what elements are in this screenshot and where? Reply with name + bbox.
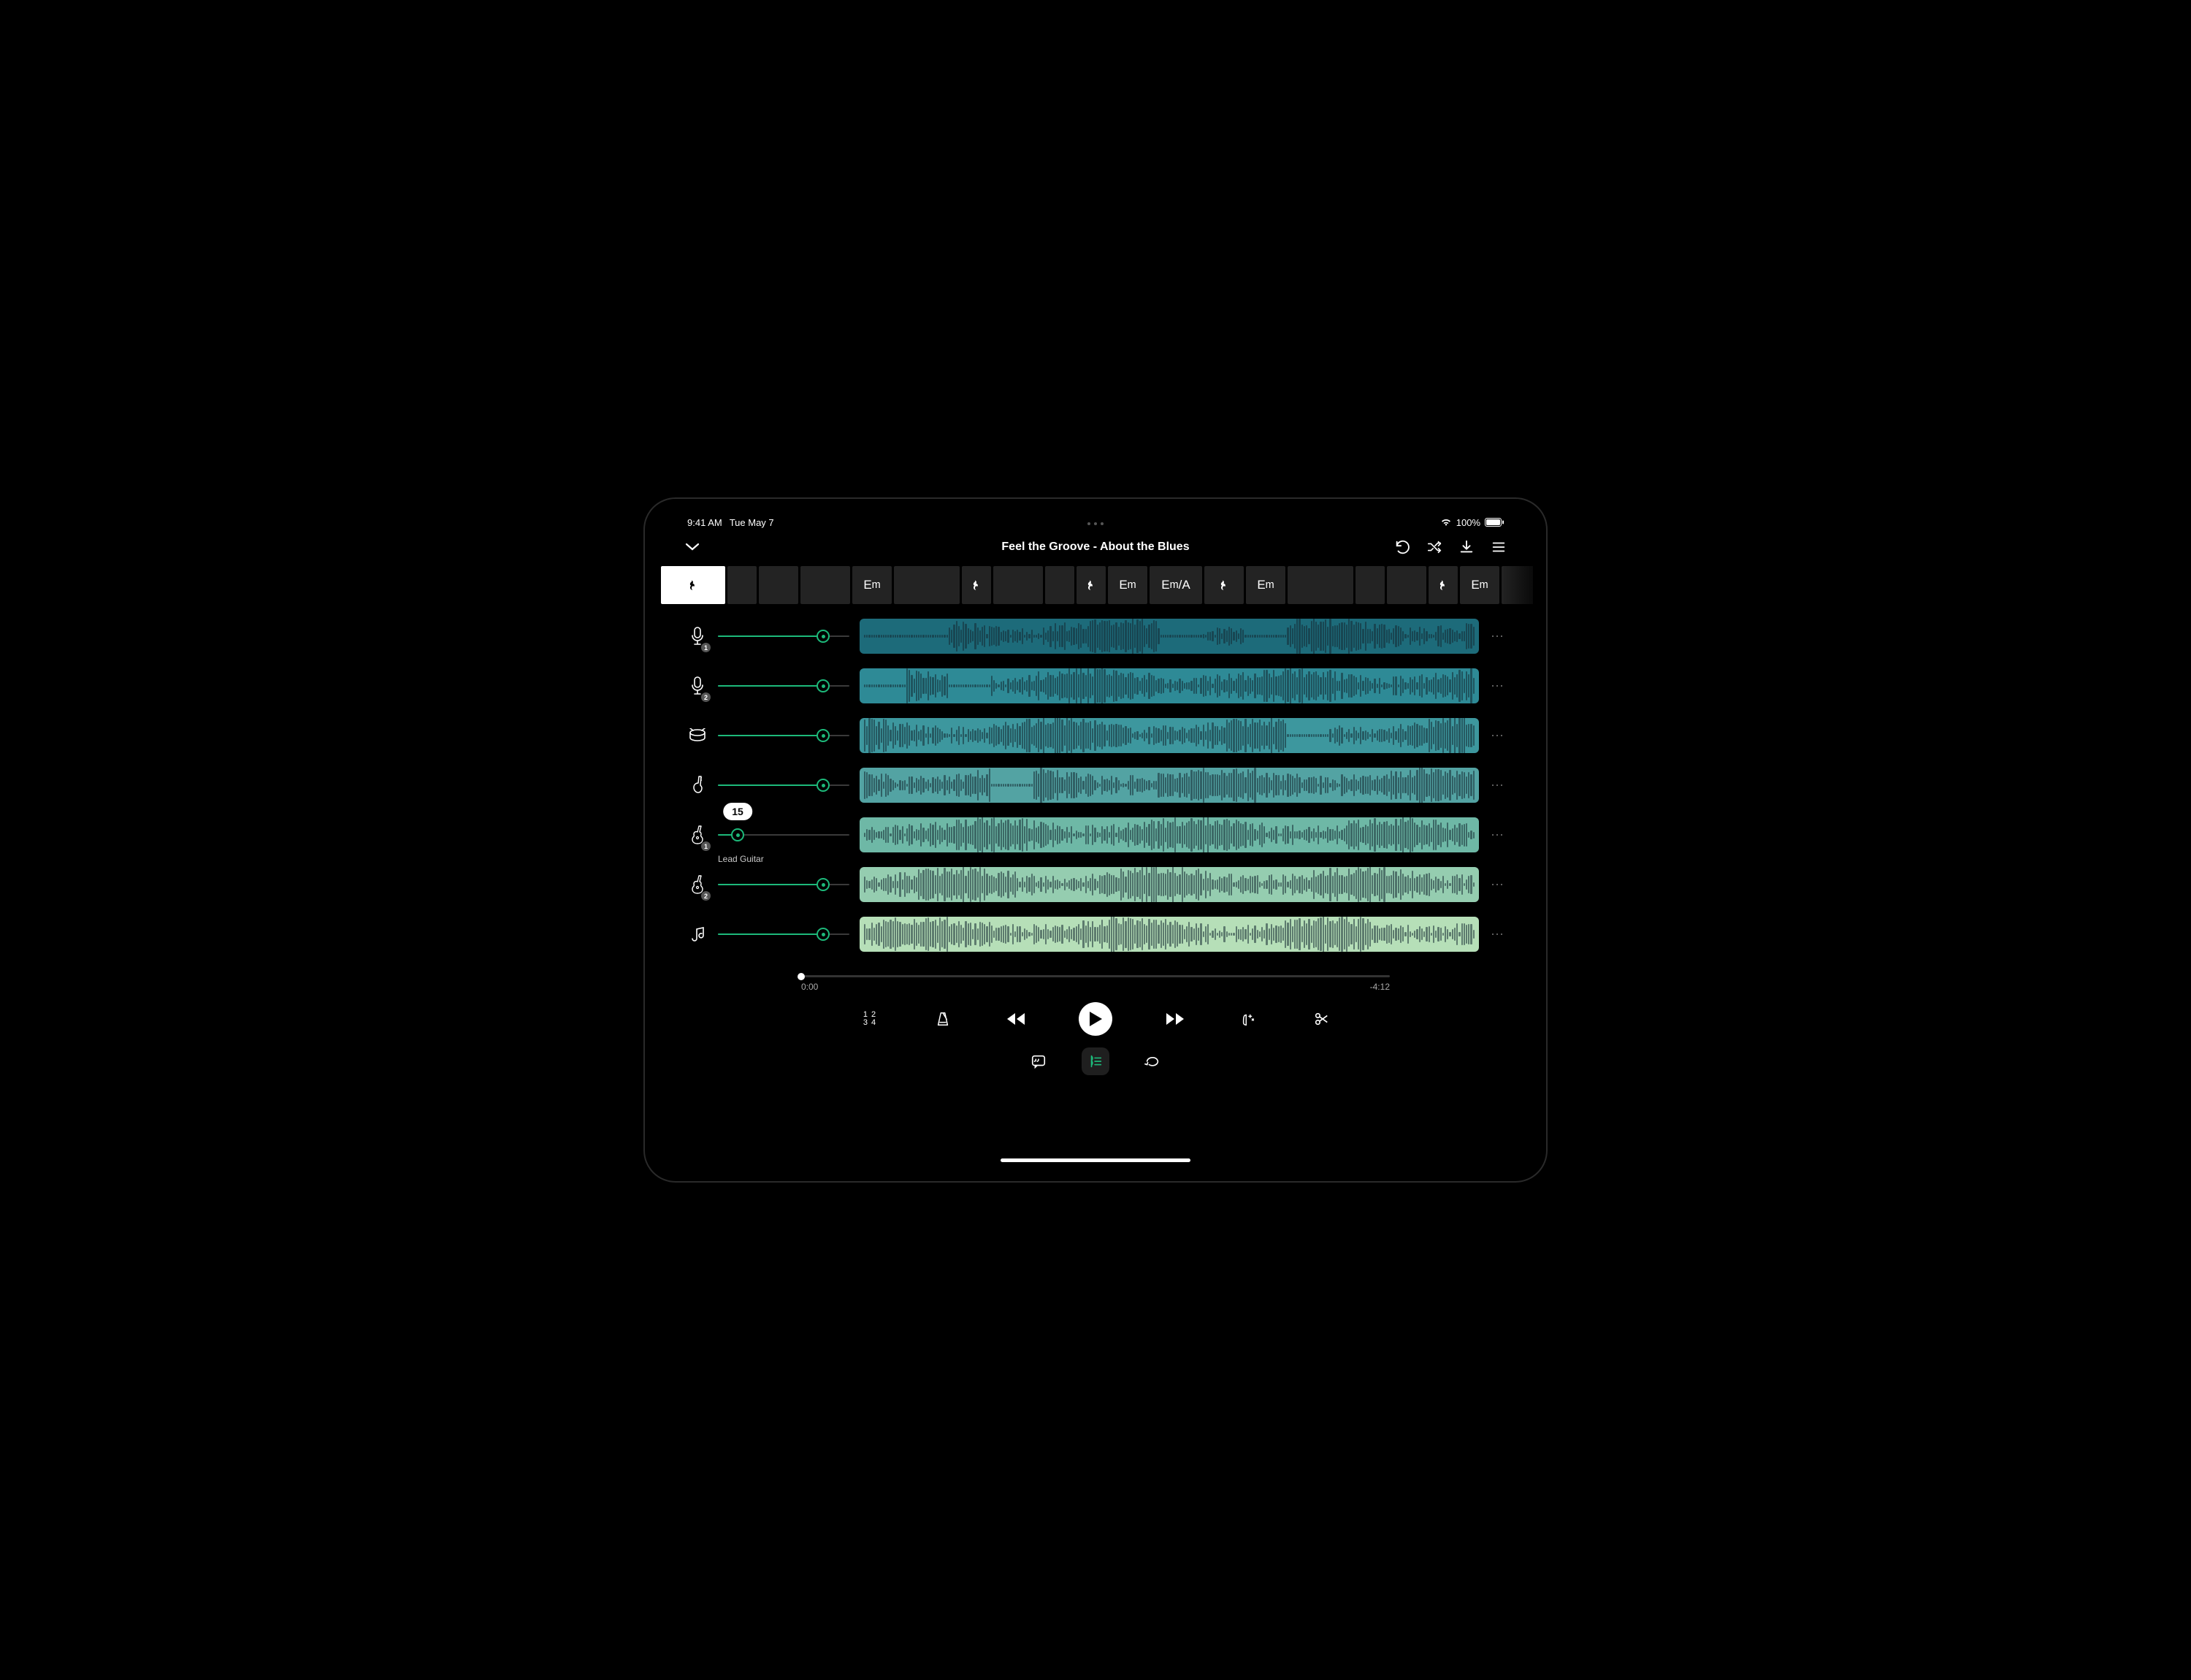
- rest-cell[interactable]: [1429, 566, 1458, 604]
- track-row: 115Lead Guitar⋯: [687, 810, 1507, 860]
- tracks-panel: 1⋯2⋯⋯⋯115Lead Guitar⋯2⋯⋯: [658, 611, 1533, 963]
- chord-spacer[interactable]: [727, 566, 757, 604]
- chord-cell[interactable]: Em: [1246, 566, 1285, 604]
- track-row: 1⋯: [687, 611, 1507, 661]
- track-badge: 1: [701, 643, 711, 652]
- volume-slider[interactable]: [718, 679, 849, 693]
- transpose-button[interactable]: [1238, 1009, 1258, 1029]
- rest-cell[interactable]: [661, 566, 725, 604]
- multitask-dots[interactable]: [1087, 522, 1104, 525]
- waveform-clip[interactable]: [860, 668, 1479, 703]
- waveform-clip[interactable]: [860, 768, 1479, 803]
- collapse-button[interactable]: [684, 539, 700, 555]
- chord-spacer[interactable]: [894, 566, 960, 604]
- track-more-button[interactable]: ⋯: [1489, 778, 1507, 793]
- track-more-button[interactable]: ⋯: [1489, 728, 1507, 744]
- chord-strip[interactable]: EmEmEm/AEmEm: [658, 566, 1533, 604]
- track-more-button[interactable]: ⋯: [1489, 877, 1507, 893]
- drums-icon[interactable]: [687, 721, 708, 750]
- bass-icon[interactable]: [687, 771, 708, 800]
- chord-cell[interactable]: Em: [1108, 566, 1147, 604]
- app-header: Feel the Groove - About the Blues: [658, 532, 1533, 562]
- volume-slider[interactable]: [718, 778, 849, 793]
- home-indicator[interactable]: [1001, 1158, 1190, 1162]
- keys-icon[interactable]: [687, 920, 708, 949]
- chord-spacer[interactable]: [1355, 566, 1385, 604]
- trim-button[interactable]: [1311, 1009, 1331, 1029]
- menu-button[interactable]: [1491, 539, 1507, 555]
- chord-spacer[interactable]: [1502, 566, 1533, 604]
- chord-spacer[interactable]: [993, 566, 1043, 604]
- track-badge: 1: [701, 841, 711, 851]
- status-date: Tue May 7: [730, 517, 774, 528]
- volume-slider[interactable]: [718, 877, 849, 892]
- mic-icon[interactable]: 1: [687, 622, 708, 651]
- track-more-button[interactable]: ⋯: [1489, 629, 1507, 644]
- volume-slider[interactable]: 15: [718, 828, 849, 842]
- waveform-clip[interactable]: [860, 917, 1479, 952]
- download-button[interactable]: [1458, 539, 1475, 555]
- status-bar: 9:41 AM Tue May 7 100%: [658, 512, 1533, 532]
- guitar-icon[interactable]: 2: [687, 870, 708, 899]
- chord-cell[interactable]: Em: [852, 566, 892, 604]
- device-frame: 9:41 AM Tue May 7 100% Feel the Groove -…: [643, 497, 1548, 1183]
- rest-cell[interactable]: [962, 566, 991, 604]
- chord-spacer[interactable]: [1045, 566, 1074, 604]
- countin-button[interactable]: 1 23 4: [860, 1009, 880, 1029]
- status-time: 9:41 AM: [687, 517, 722, 528]
- track-row: ⋯: [687, 711, 1507, 760]
- rest-cell[interactable]: [1204, 566, 1244, 604]
- undo-button[interactable]: [1394, 539, 1410, 555]
- track-badge: 2: [701, 891, 711, 901]
- time-remaining: -4:12: [1370, 982, 1390, 992]
- track-more-button[interactable]: ⋯: [1489, 828, 1507, 843]
- chord-spacer[interactable]: [759, 566, 798, 604]
- screen: 9:41 AM Tue May 7 100% Feel the Groove -…: [658, 512, 1533, 1168]
- waveform-clip[interactable]: [860, 867, 1479, 902]
- progress-handle[interactable]: [798, 973, 805, 980]
- shuffle-button[interactable]: [1426, 539, 1442, 555]
- wifi-icon: [1440, 518, 1452, 527]
- chord-cell[interactable]: Em/A: [1150, 566, 1202, 604]
- waveform-clip[interactable]: [860, 817, 1479, 852]
- track-row: 2⋯: [687, 860, 1507, 909]
- rest-cell[interactable]: [1077, 566, 1106, 604]
- volume-tooltip: 15: [723, 803, 752, 820]
- loop-view-button[interactable]: [1139, 1047, 1166, 1075]
- chord-cell[interactable]: Em: [1460, 566, 1499, 604]
- song-title: Feel the Groove - About the Blues: [1001, 541, 1189, 554]
- battery-percent: 100%: [1456, 517, 1480, 528]
- chord-spacer[interactable]: [800, 566, 850, 604]
- metronome-button[interactable]: [933, 1009, 953, 1029]
- chord-spacer[interactable]: [1387, 566, 1426, 604]
- volume-slider[interactable]: [718, 629, 849, 644]
- progress-bar[interactable]: [801, 975, 1390, 977]
- play-button[interactable]: [1079, 1002, 1112, 1036]
- lyrics-view-button[interactable]: [1025, 1047, 1052, 1075]
- chord-spacer[interactable]: [1288, 566, 1353, 604]
- transport-bar: 0:00 -4:12 1 23 4: [658, 963, 1533, 1078]
- battery-icon: [1485, 518, 1504, 527]
- track-row: 2⋯: [687, 661, 1507, 711]
- track-badge: 2: [701, 692, 711, 702]
- waveform-clip[interactable]: [860, 718, 1479, 753]
- track-row: ⋯: [687, 760, 1507, 810]
- track-more-button[interactable]: ⋯: [1489, 927, 1507, 942]
- time-elapsed: 0:00: [801, 982, 818, 992]
- volume-slider[interactable]: [718, 927, 849, 942]
- guitar-icon[interactable]: 1: [687, 820, 708, 849]
- track-more-button[interactable]: ⋯: [1489, 679, 1507, 694]
- waveform-clip[interactable]: [860, 619, 1479, 654]
- forward-button[interactable]: [1165, 1009, 1185, 1029]
- track-row: ⋯: [687, 909, 1507, 959]
- mixer-view-button[interactable]: [1082, 1047, 1109, 1075]
- volume-slider[interactable]: [718, 728, 849, 743]
- rewind-button[interactable]: [1006, 1009, 1026, 1029]
- mic-icon[interactable]: 2: [687, 671, 708, 700]
